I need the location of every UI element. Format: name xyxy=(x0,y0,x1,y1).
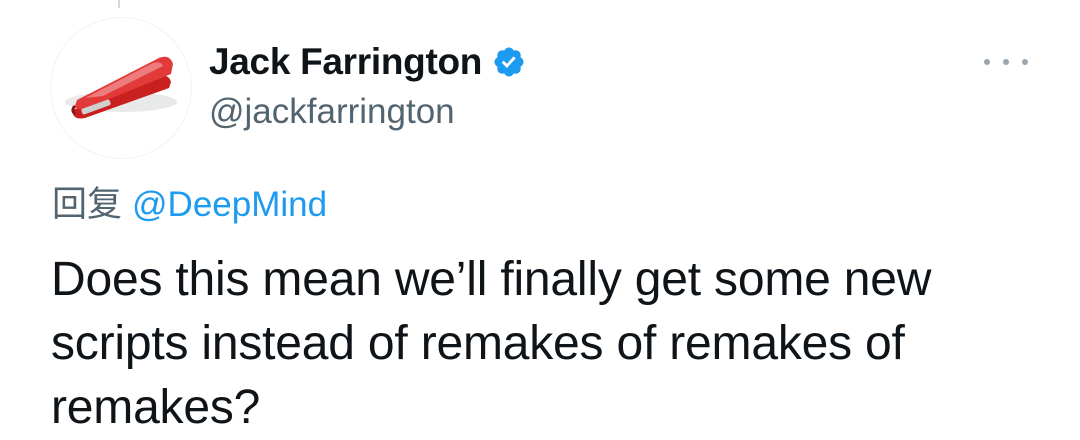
author-handle[interactable]: @jackfarrington xyxy=(209,92,455,132)
reply-context: 回复 @DeepMind xyxy=(52,176,327,227)
more-options-button[interactable] xyxy=(984,50,1028,74)
red-stapler-avatar-icon xyxy=(65,56,177,119)
author-display-name[interactable]: Jack Farrington xyxy=(209,41,482,83)
reply-prefix-label: 回复 xyxy=(52,185,123,224)
verified-badge-icon xyxy=(492,45,526,79)
avatar[interactable] xyxy=(50,17,192,159)
tweet-text: Does this mean we’ll finally get some ne… xyxy=(51,253,932,434)
reply-mention-link[interactable]: @DeepMind xyxy=(132,185,327,224)
thread-connector-line xyxy=(118,0,120,8)
more-options-icon xyxy=(984,59,990,65)
author-name-row: Jack Farrington xyxy=(209,38,526,86)
